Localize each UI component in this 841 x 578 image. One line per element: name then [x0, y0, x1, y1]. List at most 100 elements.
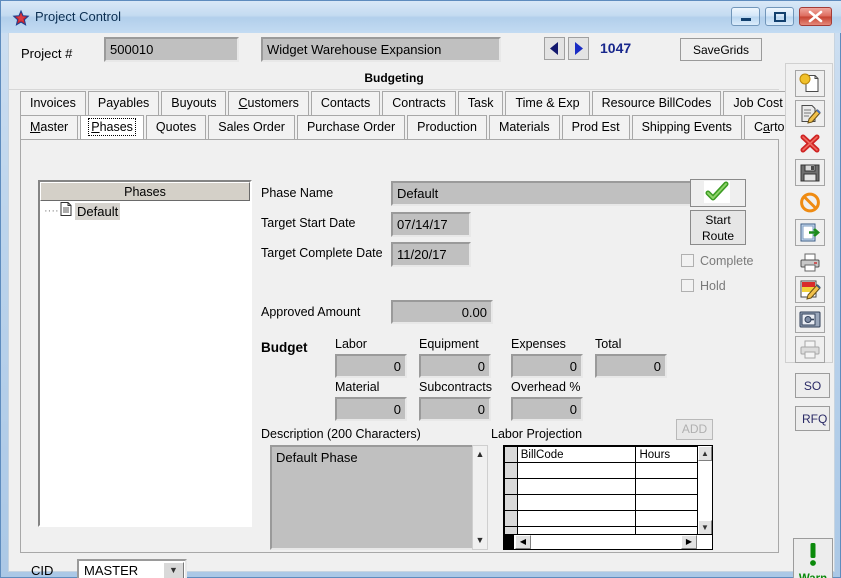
- grid-row-selector[interactable]: [504, 510, 518, 527]
- tab-sales-order[interactable]: Sales Order: [208, 115, 295, 139]
- phases-tree-item[interactable]: ···· Default: [40, 201, 250, 221]
- minimize-icon[interactable]: [731, 7, 760, 26]
- checkbox-box-hold[interactable]: [681, 279, 694, 292]
- start-route-button[interactable]: Start Route: [690, 210, 746, 245]
- project-name-input[interactable]: Widget Warehouse Expansion: [261, 37, 501, 62]
- new-record-icon[interactable]: [795, 70, 825, 97]
- save-record-icon[interactable]: [795, 159, 825, 186]
- subcontracts-input[interactable]: 0: [419, 397, 491, 421]
- tab-time-exp[interactable]: Time & Exp: [505, 91, 590, 115]
- complete-checkbox-label: Complete: [700, 254, 754, 268]
- grid-row[interactable]: [504, 462, 698, 479]
- phases-tree-item-label: Default: [75, 203, 121, 221]
- grid-row-selector[interactable]: [504, 462, 518, 479]
- material-input[interactable]: 0: [335, 397, 407, 421]
- cid-dropdown[interactable]: MASTER ▼: [77, 559, 187, 578]
- target-start-date-input[interactable]: 07/14/17: [391, 212, 471, 237]
- tab-shipping-events[interactable]: Shipping Events: [631, 115, 742, 139]
- save-grids-button[interactable]: SaveGrids: [680, 38, 762, 61]
- tab-customers[interactable]: Customers: [228, 91, 309, 115]
- previous-record-icon[interactable]: [544, 37, 565, 60]
- grid-cell-hours[interactable]: [635, 478, 698, 495]
- expenses-input[interactable]: 0: [511, 354, 583, 378]
- overhead-input[interactable]: 0: [511, 397, 583, 421]
- project-number-input[interactable]: 500010: [104, 37, 239, 62]
- tab-purchase-order[interactable]: Purchase Order: [296, 115, 406, 139]
- tab-task[interactable]: Task: [457, 91, 504, 115]
- rfq-button[interactable]: RFQ: [795, 406, 830, 431]
- checkbox-box-complete[interactable]: [681, 254, 694, 267]
- chevron-down-icon[interactable]: ▼: [163, 562, 184, 578]
- tab-contacts[interactable]: Contacts: [310, 91, 381, 115]
- title-bar[interactable]: Project Control: [1, 1, 841, 33]
- tab-production[interactable]: Production: [407, 115, 487, 139]
- cancel-icon[interactable]: [795, 189, 825, 216]
- exit-icon[interactable]: [795, 219, 825, 246]
- tab-label: Phases: [88, 118, 136, 136]
- grid-cell-billcode[interactable]: [516, 494, 637, 511]
- grid-row[interactable]: [504, 478, 698, 495]
- tab-master[interactable]: Master: [20, 115, 79, 139]
- tab-prod-est[interactable]: Prod Est: [561, 115, 630, 139]
- grid-row[interactable]: [504, 510, 698, 527]
- warn-button[interactable]: Warn: [793, 538, 833, 578]
- grid-vertical-scrollbar[interactable]: ▲ ▼: [697, 446, 712, 535]
- section-heading: Budgeting: [364, 71, 424, 85]
- grid-scroll-down-icon[interactable]: ▼: [698, 520, 712, 535]
- equipment-input[interactable]: 0: [419, 354, 491, 378]
- edit-record-icon[interactable]: [795, 100, 825, 127]
- tab-materials[interactable]: Materials: [488, 115, 560, 139]
- grid-cell-billcode[interactable]: [516, 510, 637, 527]
- grid-body: [504, 462, 698, 543]
- tab-invoices[interactable]: Invoices: [20, 91, 86, 115]
- grid-cell-hours[interactable]: [635, 510, 698, 527]
- complete-checkbox[interactable]: Complete: [681, 254, 754, 268]
- tab-resource-billcodes[interactable]: Resource BillCodes: [591, 91, 722, 115]
- target-complete-date-input[interactable]: 11/20/17: [391, 242, 471, 267]
- tab-job-cost[interactable]: Job Cost: [723, 91, 793, 115]
- grid-scroll-up-icon[interactable]: ▲: [698, 446, 712, 461]
- scroll-up-icon[interactable]: ▲: [473, 447, 487, 462]
- notes-icon[interactable]: [795, 276, 825, 303]
- tab-quotes[interactable]: Quotes: [145, 115, 207, 139]
- tab-label: Materials: [498, 120, 550, 134]
- grid-scroll-right-icon[interactable]: ▶: [681, 535, 697, 549]
- vault-icon[interactable]: [795, 306, 825, 333]
- labor-projection-grid[interactable]: BillCode Hours ▲ ▼ ◀ ▶: [503, 445, 713, 550]
- close-icon[interactable]: [799, 7, 832, 26]
- grid-row[interactable]: [504, 494, 698, 511]
- delete-record-icon[interactable]: [795, 130, 825, 157]
- sales-order-button[interactable]: SO: [795, 373, 830, 398]
- tab-payables[interactable]: Payables: [87, 91, 160, 115]
- approved-amount-label: Approved Amount: [261, 305, 361, 319]
- scroll-down-icon[interactable]: ▼: [473, 533, 487, 548]
- green-check-icon[interactable]: [690, 179, 746, 207]
- maximize-icon[interactable]: [765, 7, 794, 26]
- tab-buyouts[interactable]: Buyouts: [161, 91, 227, 115]
- phase-name-input[interactable]: Default: [391, 181, 721, 206]
- grid-row-selector[interactable]: [504, 494, 518, 511]
- hold-checkbox[interactable]: Hold: [681, 279, 726, 293]
- grid-cell-billcode[interactable]: [516, 462, 637, 479]
- tab-contracts[interactable]: Contracts: [382, 91, 456, 115]
- phases-tree-panel[interactable]: Phases ···· Default: [38, 180, 252, 527]
- grid-scroll-corner: [504, 535, 514, 549]
- subcontracts-label: Subcontracts: [419, 380, 492, 394]
- description-textarea[interactable]: Default Phase: [270, 445, 482, 550]
- add-button[interactable]: ADD: [676, 419, 713, 440]
- approved-amount-input[interactable]: 0.00: [391, 300, 493, 324]
- grid-cell-billcode[interactable]: [516, 478, 637, 495]
- labor-input[interactable]: 0: [335, 354, 407, 378]
- grid-row-selector[interactable]: [504, 478, 518, 495]
- exclamation-icon: [810, 543, 816, 566]
- print-icon[interactable]: [795, 249, 825, 276]
- print-preview-icon[interactable]: [795, 336, 825, 363]
- grid-cell-hours[interactable]: [635, 462, 698, 479]
- tree-line-icon: ····: [44, 205, 59, 218]
- grid-cell-hours[interactable]: [635, 494, 698, 511]
- description-scrollbar[interactable]: ▲ ▼: [472, 445, 488, 550]
- grid-horizontal-scrollbar[interactable]: ◀ ▶: [504, 534, 712, 549]
- next-record-icon[interactable]: [568, 37, 589, 60]
- tab-phases[interactable]: Phases: [80, 115, 144, 139]
- grid-scroll-left-icon[interactable]: ◀: [515, 535, 531, 549]
